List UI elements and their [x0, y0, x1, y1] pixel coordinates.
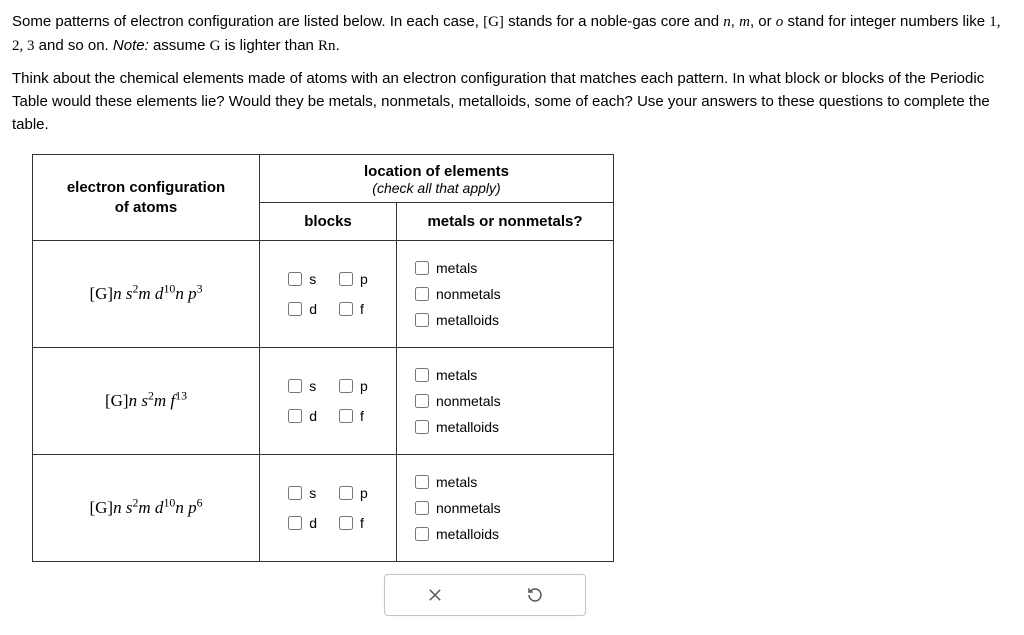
mn-label: metals — [436, 474, 477, 490]
mn-option-metals[interactable]: metals — [415, 367, 595, 383]
block-label: p — [360, 485, 368, 501]
block-label: s — [309, 271, 316, 287]
table-row: [G]n s2m d10n p6spdfmetalsnonmetalsmetal… — [33, 455, 614, 562]
configuration-table: electron configuration of atoms location… — [32, 154, 614, 562]
var-o: o — [776, 14, 784, 30]
block-option-f[interactable]: f — [339, 408, 368, 424]
blocks-cell: s p d f — [260, 348, 397, 455]
block-checkbox-s[interactable] — [288, 379, 302, 393]
mn-checkbox-nonmetals[interactable] — [415, 287, 429, 301]
block-checkbox-d[interactable] — [288, 516, 302, 530]
block-checkbox-p[interactable] — [339, 486, 353, 500]
block-label: f — [360, 301, 364, 317]
note-text: is lighter than — [225, 37, 318, 54]
block-checkbox-p[interactable] — [339, 379, 353, 393]
mn-checkbox-metals[interactable] — [415, 261, 429, 275]
table-row: [G]n s2m d10n p3spdfmetalsnonmetalsmetal… — [33, 241, 614, 348]
block-label: d — [309, 301, 317, 317]
intro-text: and so on. — [39, 37, 113, 54]
mn-label: metals — [436, 260, 477, 276]
block-label: s — [309, 378, 316, 394]
header-location: location of elements (check all that app… — [260, 155, 614, 203]
note-label: Note: — [113, 37, 149, 54]
block-checkbox-d[interactable] — [288, 302, 302, 316]
intro-text: Some patterns of electron configuration … — [12, 13, 483, 30]
block-option-p[interactable]: p — [339, 271, 368, 287]
mn-option-metals[interactable]: metals — [415, 260, 595, 276]
block-checkbox-p[interactable] — [339, 272, 353, 286]
block-label: d — [309, 408, 317, 424]
mn-label: metalloids — [436, 312, 499, 328]
mn-label: nonmetals — [436, 286, 501, 302]
mn-label: metals — [436, 367, 477, 383]
intro-paragraph: Some patterns of electron configuration … — [12, 10, 1012, 59]
mn-checkbox-metals[interactable] — [415, 368, 429, 382]
mn-label: nonmetals — [436, 500, 501, 516]
header-metals-nonmetals: metals or nonmetals? — [397, 203, 614, 241]
mn-checkbox-nonmetals[interactable] — [415, 501, 429, 515]
mn-option-nonmetals[interactable]: nonmetals — [415, 500, 595, 516]
mn-checkbox-metalloids[interactable] — [415, 527, 429, 541]
mn-label: metalloids — [436, 526, 499, 542]
electron-config-cell: [G]n s2m d10n p6 — [33, 455, 260, 562]
block-option-s[interactable]: s — [288, 485, 317, 501]
block-option-p[interactable]: p — [339, 485, 368, 501]
action-bar — [384, 574, 586, 616]
block-label: p — [360, 378, 368, 394]
electron-config-cell: [G]n s2m f13 — [33, 348, 260, 455]
block-checkbox-d[interactable] — [288, 409, 302, 423]
mn-checkbox-nonmetals[interactable] — [415, 394, 429, 408]
metals-nonmetals-cell: metals nonmetals metalloids — [397, 348, 614, 455]
var-G: G — [210, 38, 221, 54]
block-option-s[interactable]: s — [288, 378, 317, 394]
header-blocks: blocks — [260, 203, 397, 241]
block-option-d[interactable]: d — [288, 515, 317, 531]
var-n: n — [723, 14, 731, 30]
action-row — [32, 574, 586, 616]
metals-nonmetals-cell: metals nonmetals metalloids — [397, 455, 614, 562]
intro-text: stands for a noble-gas core and — [508, 13, 723, 30]
block-label: f — [360, 515, 364, 531]
block-option-p[interactable]: p — [339, 378, 368, 394]
intro-text: stand for integer numbers like — [787, 13, 989, 30]
block-label: s — [309, 485, 316, 501]
close-icon[interactable] — [421, 581, 449, 609]
blocks-cell: s p d f — [260, 241, 397, 348]
header-electron-config: electron configuration of atoms — [33, 155, 260, 241]
block-label: d — [309, 515, 317, 531]
block-option-f[interactable]: f — [339, 515, 368, 531]
block-option-d[interactable]: d — [288, 301, 317, 317]
mn-option-metalloids[interactable]: metalloids — [415, 526, 595, 542]
mn-label: nonmetals — [436, 393, 501, 409]
block-label: f — [360, 408, 364, 424]
block-checkbox-s[interactable] — [288, 486, 302, 500]
electron-config-cell: [G]n s2m d10n p3 — [33, 241, 260, 348]
mn-option-metals[interactable]: metals — [415, 474, 595, 490]
mn-label: metalloids — [436, 419, 499, 435]
block-checkbox-f[interactable] — [339, 409, 353, 423]
block-option-f[interactable]: f — [339, 301, 368, 317]
reset-icon[interactable] — [521, 581, 549, 609]
metals-nonmetals-cell: metals nonmetals metalloids — [397, 241, 614, 348]
mn-option-metalloids[interactable]: metalloids — [415, 419, 595, 435]
mn-checkbox-metalloids[interactable] — [415, 313, 429, 327]
mn-option-nonmetals[interactable]: nonmetals — [415, 286, 595, 302]
mn-option-nonmetals[interactable]: nonmetals — [415, 393, 595, 409]
var-m: m — [739, 14, 750, 30]
table-row: [G]n s2m f13 s p d f metals nonmetals metalloid… — [33, 348, 614, 455]
block-option-d[interactable]: d — [288, 408, 317, 424]
block-checkbox-f[interactable] — [339, 302, 353, 316]
question-paragraph: Think about the chemical elements made o… — [12, 67, 1012, 137]
mn-option-metalloids[interactable]: metalloids — [415, 312, 595, 328]
block-label: p — [360, 271, 368, 287]
blocks-cell: s p d f — [260, 455, 397, 562]
block-checkbox-s[interactable] — [288, 272, 302, 286]
note-text: assume — [153, 37, 210, 54]
block-option-s[interactable]: s — [288, 271, 317, 287]
mn-checkbox-metalloids[interactable] — [415, 420, 429, 434]
block-checkbox-f[interactable] — [339, 516, 353, 530]
var-Rn: Rn — [318, 38, 336, 54]
mn-checkbox-metals[interactable] — [415, 475, 429, 489]
g-bracket: [G] — [483, 14, 504, 30]
